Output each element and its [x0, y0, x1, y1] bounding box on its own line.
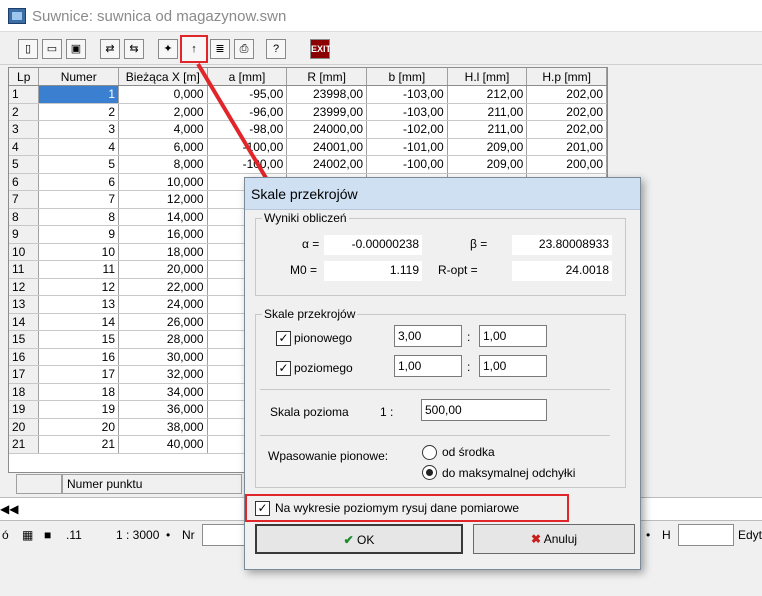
vertical-b-input[interactable]: 1,00	[479, 325, 547, 347]
scales-group: Skale przekrojów ✓ pionowego 3,00 : 1,00…	[255, 307, 626, 488]
horizontal-a-input[interactable]: 1,00	[394, 355, 462, 377]
horizontal-colon: :	[467, 360, 471, 374]
fit-max-label: do maksymalnej odchyłki	[442, 466, 576, 480]
ok-label: OK	[357, 533, 375, 547]
beta-label: β =	[470, 237, 488, 251]
results-group-label: Wyniki obliczeń	[262, 211, 349, 225]
cancel-x-icon: ✖	[530, 532, 542, 546]
horizontal-scale-input[interactable]: 500,00	[421, 399, 547, 421]
m0-value: 1.119	[324, 261, 422, 281]
m0-label: M0 =	[290, 263, 318, 277]
ropt-label: R-opt =	[438, 263, 478, 277]
ok-button[interactable]: ✔ OK	[255, 524, 463, 554]
scales-group-label: Skale przekrojów	[262, 307, 358, 321]
ropt-value: 24.0018	[512, 261, 612, 281]
separator	[260, 389, 610, 390]
fit-label: Wpasowanie pionowe:	[268, 449, 389, 463]
alpha-value: -0.00000238	[324, 235, 422, 255]
horizontal-scale-label: Skala pozioma	[270, 405, 349, 419]
dialog-title-bar: Skale przekrojów	[245, 178, 640, 210]
fit-center-label: od środka	[442, 445, 495, 459]
alpha-label: α =	[302, 237, 320, 251]
horizontal-b-input[interactable]: 1,00	[479, 355, 547, 377]
results-group: Wyniki obliczeń α = -0.00000238 β = 23.8…	[255, 211, 626, 296]
fit-max-radio[interactable]	[422, 465, 437, 480]
cancel-button[interactable]: ✖ Anuluj	[473, 524, 635, 554]
horizontal-checkbox[interactable]: ✓	[276, 361, 291, 376]
cancel-label: Anuluj	[543, 532, 578, 546]
scales-dialog: Skale przekrojów Wyniki obliczeń α = -0.…	[244, 177, 641, 570]
vertical-label: pionowego	[294, 331, 353, 345]
beta-value: 23.80008933	[512, 235, 612, 255]
one-colon-label: 1 :	[380, 405, 394, 419]
separator	[260, 435, 610, 436]
vertical-colon: :	[467, 330, 471, 344]
vertical-checkbox[interactable]: ✓	[276, 331, 291, 346]
ok-check-icon: ✔	[343, 533, 354, 547]
draw-measured-label: Na wykresie poziomym rysuj dane pomiarow…	[275, 501, 520, 515]
draw-measured-checkbox[interactable]: ✓	[255, 501, 270, 516]
vertical-a-input[interactable]: 3,00	[394, 325, 462, 347]
dialog-title: Skale przekrojów	[251, 186, 358, 202]
horizontal-label: poziomego	[294, 361, 353, 375]
fit-center-radio[interactable]	[422, 445, 437, 460]
